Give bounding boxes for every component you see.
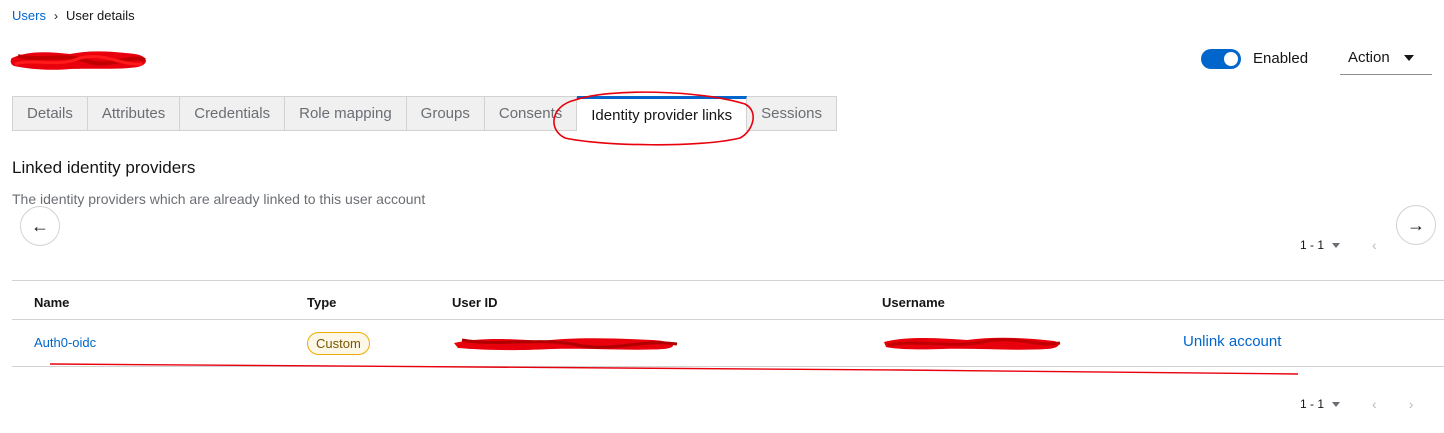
provider-name-link[interactable]: Auth0-oidc [34,335,96,350]
tab-label: Consents [498,105,563,122]
tab-label: Groups [420,105,470,122]
tab-label: Role mapping [299,105,392,122]
pagination-bottom: 1 - 1 ‹ › [1300,396,1413,412]
tab-groups[interactable]: Groups [406,96,485,131]
enabled-toggle[interactable] [1201,49,1241,69]
scroll-left-button[interactable]: ← [20,206,60,246]
tab-identity-provider-links[interactable]: Identity provider links [577,96,748,131]
action-dropdown[interactable]: Action [1340,41,1432,75]
arrow-left-icon: ← [31,215,49,236]
caret-down-icon [1332,242,1341,248]
tab-label: Attributes [101,105,166,122]
section-description: The identity providers which are already… [12,191,426,207]
arrow-right-icon: → [1407,214,1425,235]
username-redacted [884,337,1061,350]
tab-role-mapping[interactable]: Role mapping [285,96,407,131]
chevron-left-icon[interactable]: ‹ [1372,237,1377,253]
tab-details[interactable]: Details [12,96,88,131]
type-badge: Custom [307,332,370,355]
breadcrumb-users-link[interactable]: Users [12,8,46,23]
tab-label: Identity provider links [591,106,733,124]
tab-label: Details [27,105,73,122]
pagination-range: 1 - 1 [1300,238,1325,252]
pagination-top: 1 - 1 ‹ [1300,237,1377,253]
column-header-user-id: User ID [452,295,498,310]
column-header-type: Type [307,295,337,310]
chevron-right-icon[interactable]: › [1409,396,1414,412]
breadcrumb: Users › User details [12,8,135,23]
caret-down-icon [1403,54,1414,61]
user-tabs: Details Attributes Credentials Role mapp… [12,96,838,131]
chevron-left-icon[interactable]: ‹ [1372,396,1377,412]
caret-down-icon [1332,401,1341,407]
tab-consents[interactable]: Consents [484,96,578,131]
toggle-knob [1224,52,1238,66]
enabled-label: Enabled [1253,50,1309,67]
breadcrumb-current: User details [65,8,135,23]
table-row: Auth0-oidc Custom Unlink account [12,320,1444,367]
user-id-redacted [454,338,678,351]
per-page-toggle[interactable]: 1 - 1 [1300,397,1341,411]
column-header-name: Name [34,295,70,310]
tab-credentials[interactable]: Credentials [180,96,286,131]
tab-label: Sessions [761,105,823,122]
identity-provider-links-table: Name Type User ID Username Auth0-oidc Cu… [12,280,1444,367]
table-header: Name Type User ID Username [12,280,1444,320]
chevron-right-icon: › [53,8,58,23]
pagination-range: 1 - 1 [1300,397,1325,411]
scroll-right-button[interactable]: → [1396,205,1436,245]
tab-label: Credentials [194,105,271,122]
per-page-toggle[interactable]: 1 - 1 [1300,238,1341,252]
column-header-username: Username [882,295,945,310]
unlink-account-button[interactable]: Unlink account [1183,333,1281,350]
tab-sessions[interactable]: Sessions [747,96,838,131]
section-title: Linked identity providers [12,158,196,177]
tab-attributes[interactable]: Attributes [87,96,181,131]
page-title-redacted [10,51,146,70]
action-dropdown-label: Action [1348,49,1390,66]
